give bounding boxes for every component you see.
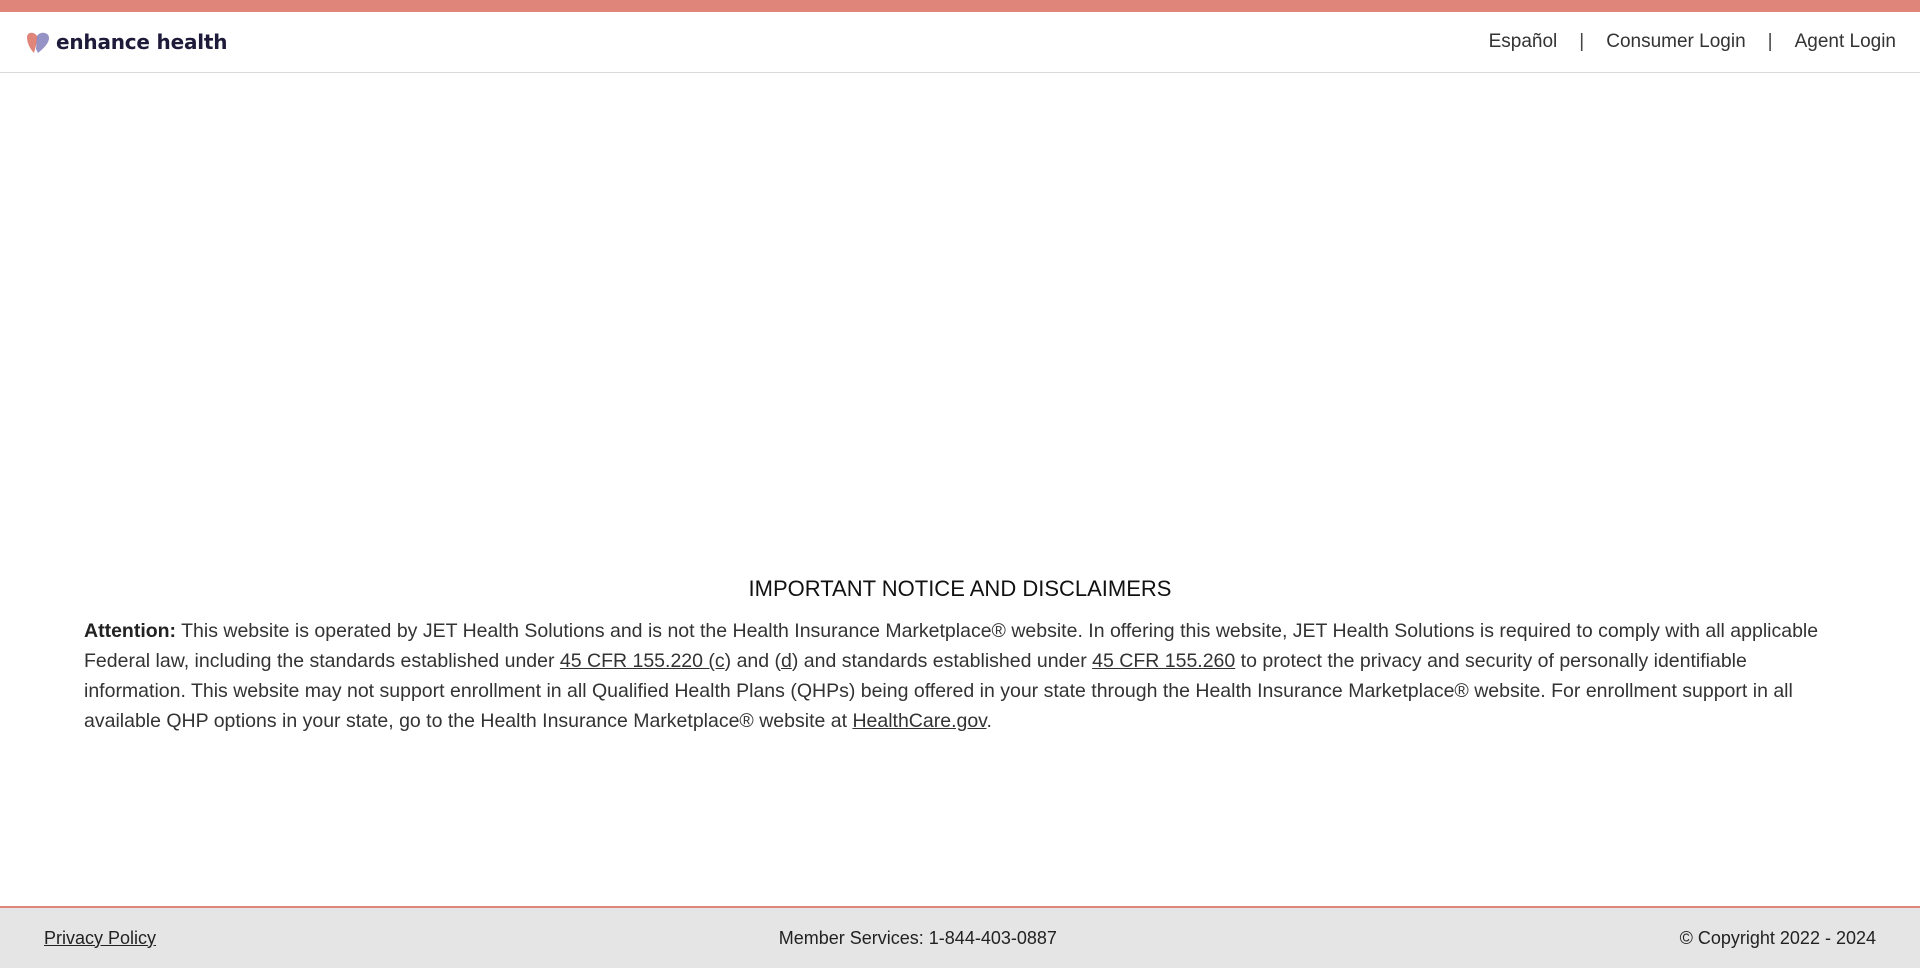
notice-text-2: ) and ( — [724, 650, 782, 672]
site-header: enhance health Español | Consumer Login … — [0, 12, 1920, 73]
healthcare-gov-link[interactable]: HealthCare.gov — [852, 710, 986, 732]
notice-text-5: . — [986, 710, 992, 732]
cfr-155-220-d-link[interactable]: d — [781, 650, 792, 672]
nav-consumer-login-link[interactable]: Consumer Login — [1606, 31, 1745, 53]
nav-separator: | — [1767, 31, 1773, 52]
heart-logo-icon — [27, 32, 49, 53]
copyright-text: © Copyright 2022 - 2024 — [1679, 927, 1876, 948]
top-nav: Español | Consumer Login | Agent Login — [1489, 31, 1896, 53]
attention-label: Attention: — [84, 620, 177, 642]
notice-text-3: ) and standards established under — [791, 650, 1093, 672]
main-content — [0, 74, 1920, 906]
notice-title: IMPORTANT NOTICE AND DISCLAIMERS — [748, 576, 1172, 601]
top-accent-stripe — [0, 0, 1920, 12]
notice-body: Attention: This website is operated by J… — [84, 616, 1836, 736]
cfr-155-260-link[interactable]: 45 CFR 155.260 — [1092, 650, 1235, 672]
nav-separator: | — [1579, 31, 1585, 52]
member-services-text: Member Services: 1-844-403-0887 — [778, 927, 1057, 948]
privacy-policy-link[interactable]: Privacy Policy — [44, 928, 156, 949]
site-footer: Privacy Policy Member Services: 1-844-40… — [0, 906, 1920, 968]
nav-espanol-link[interactable]: Español — [1489, 31, 1558, 53]
cfr-155-220-link[interactable]: 45 CFR 155.220 (c — [560, 650, 725, 672]
brand-name: enhance health — [56, 30, 228, 54]
nav-agent-login-link[interactable]: Agent Login — [1795, 31, 1896, 53]
brand-logo-link[interactable]: enhance health — [24, 28, 228, 56]
notice-section: IMPORTANT NOTICE AND DISCLAIMERS Attenti… — [84, 576, 1836, 736]
